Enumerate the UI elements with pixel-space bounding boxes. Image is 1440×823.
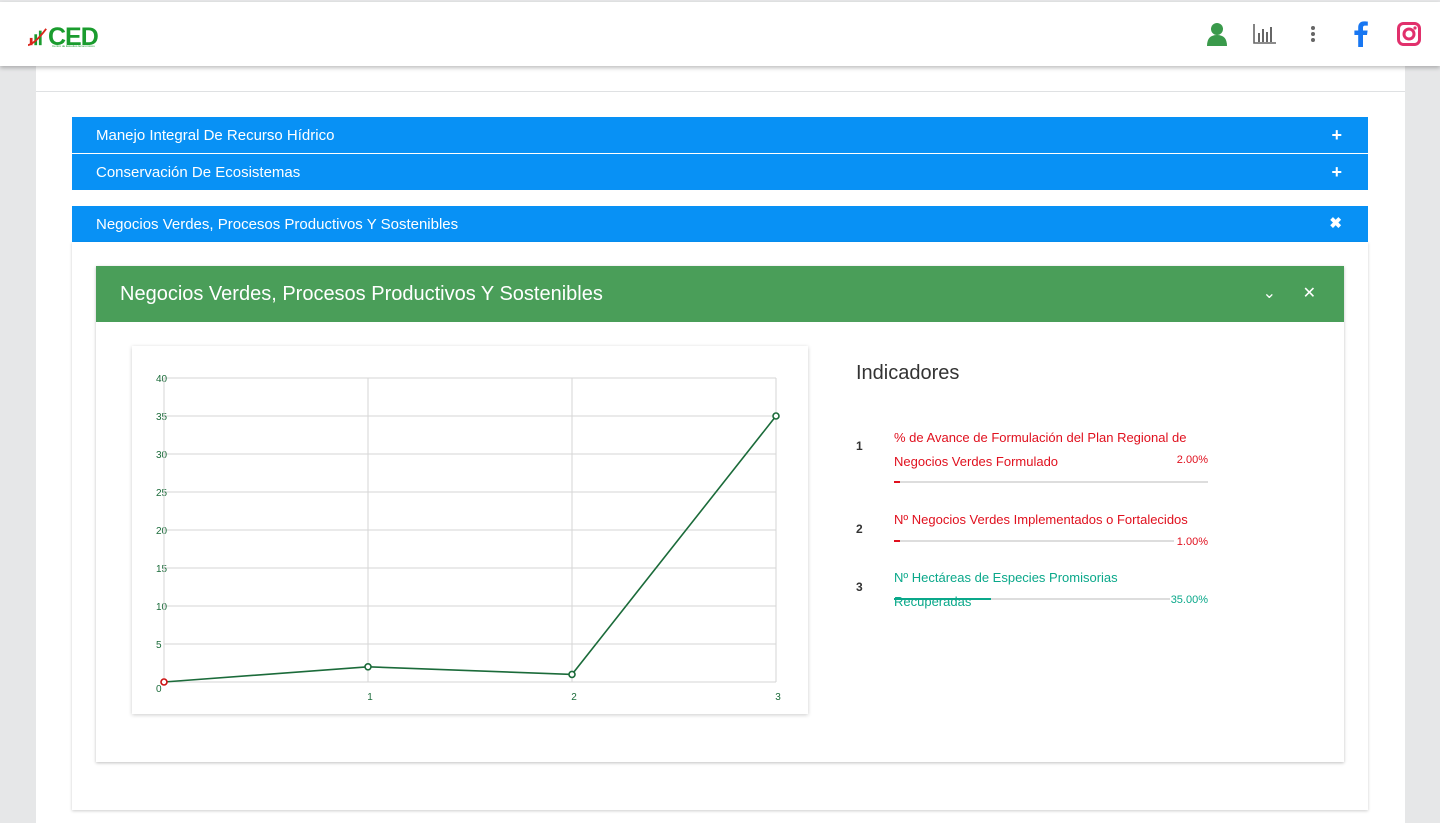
y-tick-label: 25 bbox=[156, 488, 168, 499]
card-title: Negocios Verdes, Procesos Productivos Y … bbox=[120, 282, 603, 305]
user-icon[interactable] bbox=[1204, 21, 1230, 47]
indicator-percent: 2.00% bbox=[1176, 454, 1208, 466]
accordion-label: Negocios Verdes, Procesos Productivos Y … bbox=[96, 215, 459, 233]
data-point bbox=[364, 662, 372, 671]
main-content: COMERCIO EXTERIOR Y CUENTAS REGIONALES A… bbox=[36, 54, 1405, 823]
accordion-label: Conservación De Ecosistemas bbox=[96, 163, 301, 181]
card-header: Negocios Verdes, Procesos Productivos Y … bbox=[96, 266, 1344, 322]
progress-bar bbox=[894, 481, 1208, 483]
indicator-number: 3 bbox=[856, 580, 863, 594]
accordion-header-negocios-verdes[interactable]: Negocios Verdes, Procesos Productivos Y … bbox=[72, 206, 1368, 242]
indicator-number: 1 bbox=[856, 439, 863, 453]
progress-fill bbox=[894, 598, 991, 600]
accordion-label: Manejo Integral De Recurso Hídrico bbox=[96, 126, 335, 144]
instagram-icon[interactable] bbox=[1396, 21, 1422, 47]
data-point bbox=[568, 670, 576, 679]
progress-bar bbox=[894, 540, 1174, 542]
expand-icon[interactable]: + bbox=[1331, 163, 1342, 181]
y-tick-label: 20 bbox=[156, 526, 168, 537]
data-point bbox=[772, 412, 780, 420]
x-tick-label: 2 bbox=[571, 692, 577, 703]
indicator-percent: 35.00% bbox=[1170, 594, 1208, 606]
accordion-header-recurso-hidrico[interactable]: Manejo Integral De Recurso Hídrico + bbox=[72, 117, 1368, 153]
line-chart: 0 5 10 15 20 25 30 35 40 1 2 3 bbox=[132, 346, 808, 714]
y-tick-label: 0 bbox=[156, 684, 162, 695]
close-icon[interactable]: ✖ bbox=[1329, 215, 1342, 233]
logo[interactable]: CED Centro de Estudios Económicos bbox=[28, 20, 99, 50]
bar-chart-icon[interactable] bbox=[1252, 21, 1278, 47]
collapse-icon[interactable]: ⌄ bbox=[1263, 284, 1276, 304]
progress-bar bbox=[894, 598, 1170, 600]
facebook-icon[interactable] bbox=[1348, 21, 1374, 47]
indicator-percent: 1.00% bbox=[1176, 536, 1208, 548]
close-icon[interactable]: ✕ bbox=[1303, 284, 1316, 304]
series-line bbox=[163, 415, 777, 683]
detail-card: Negocios Verdes, Procesos Productivos Y … bbox=[96, 266, 1344, 762]
indicator-label: Nº Negocios Verdes Implementados o Forta… bbox=[894, 512, 1188, 527]
y-tick-label: 5 bbox=[156, 640, 162, 651]
progress-fill bbox=[894, 540, 900, 542]
logo-tagline: Centro de Estudios Económicos bbox=[52, 44, 95, 48]
more-vertical-icon[interactable] bbox=[1300, 21, 1326, 47]
indicator-number: 2 bbox=[856, 522, 863, 536]
y-tick-label: 40 bbox=[156, 374, 168, 385]
expand-icon[interactable]: + bbox=[1331, 126, 1342, 144]
accordion-panel: Negocios Verdes, Procesos Productivos Y … bbox=[72, 242, 1368, 810]
x-tick-label: 1 bbox=[367, 692, 373, 703]
y-tick-label: 10 bbox=[156, 602, 168, 613]
progress-fill bbox=[894, 481, 901, 483]
x-tick-label: 3 bbox=[775, 692, 781, 703]
y-tick-label: 30 bbox=[156, 450, 168, 461]
logo-mark-icon bbox=[28, 28, 47, 47]
y-tick-label: 35 bbox=[156, 412, 168, 423]
indicator-label: % de Avance de Formulación del Plan Regi… bbox=[894, 430, 1187, 469]
top-bar: CED Centro de Estudios Económicos bbox=[0, 2, 1440, 66]
y-tick-label: 15 bbox=[156, 564, 168, 575]
indicator-label: Nº Hectáreas de Especies Promisorias Rec… bbox=[894, 570, 1118, 609]
chart-svg: 0 5 10 15 20 25 30 35 40 1 2 3 bbox=[156, 374, 781, 703]
accordion-header-ecosistemas[interactable]: Conservación De Ecosistemas + bbox=[72, 154, 1368, 190]
data-point bbox=[160, 678, 168, 686]
indicators-title: Indicadores bbox=[856, 362, 960, 384]
